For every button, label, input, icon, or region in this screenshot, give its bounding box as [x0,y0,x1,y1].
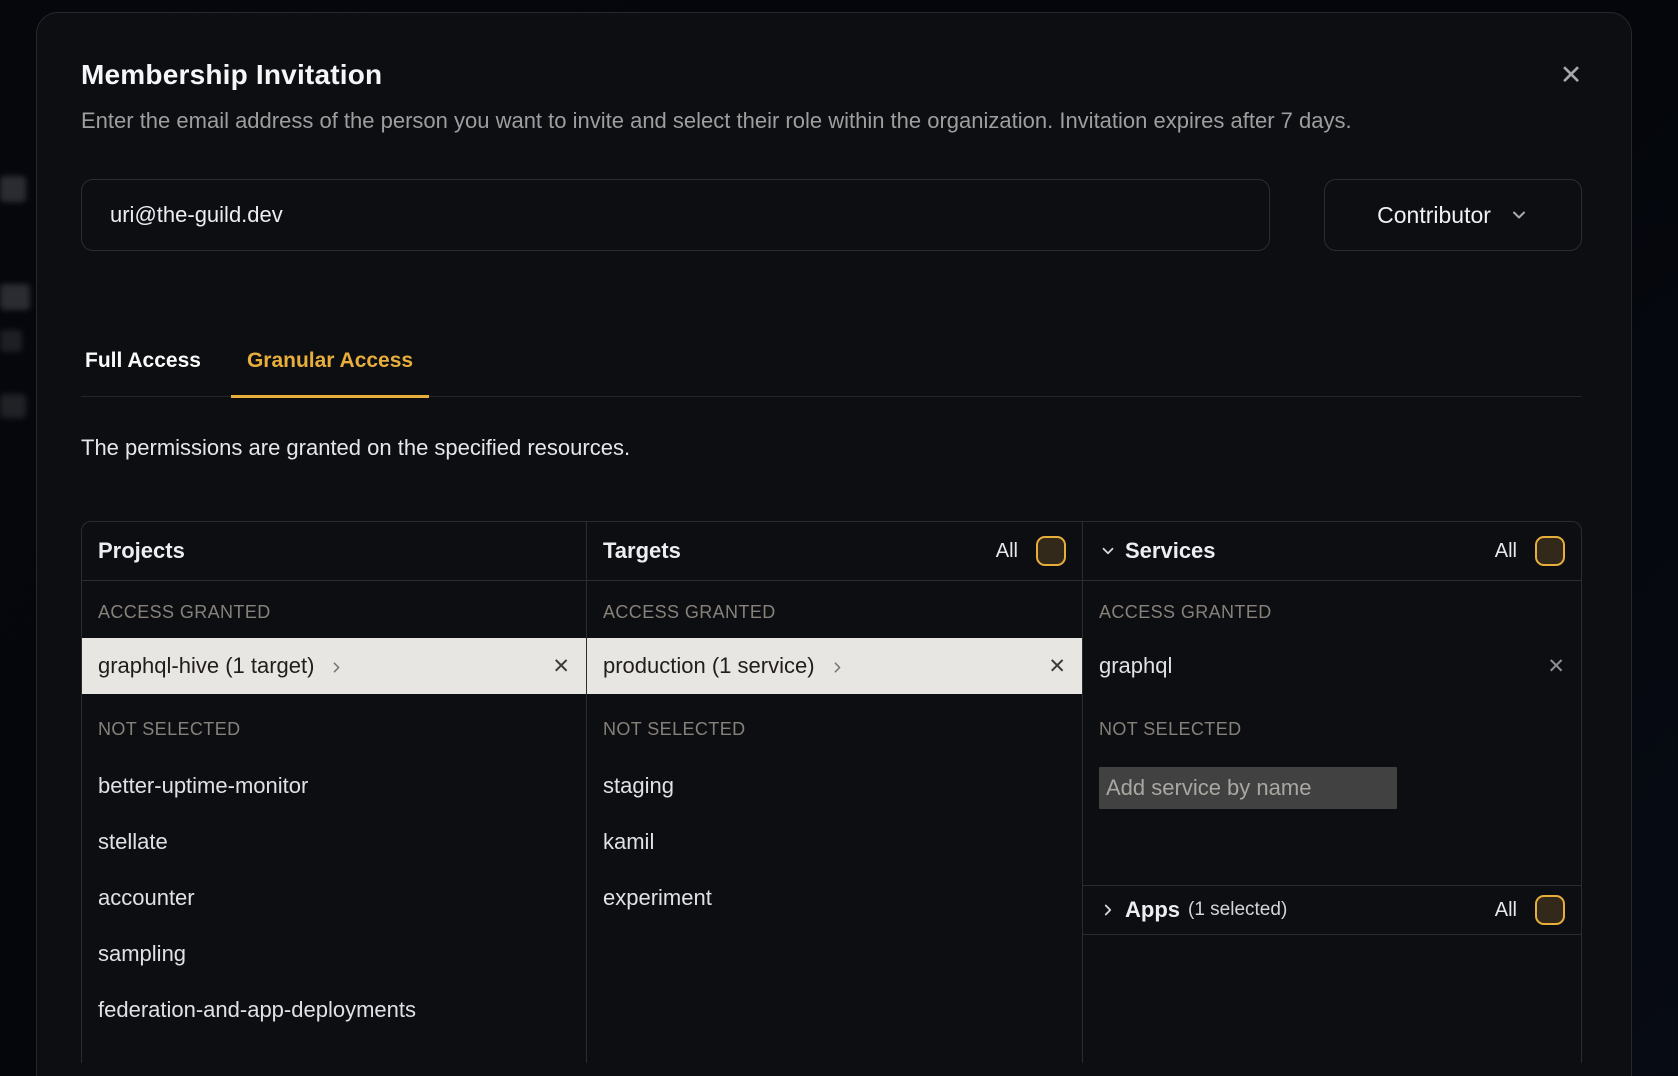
projects-header: Projects [82,522,586,581]
selected-target-label: production (1 service) [603,653,815,679]
background-fragment [0,394,26,418]
projects-column: Projects ACCESS GRANTED graphql-hive (1 … [82,522,586,1063]
invite-form-row: Contributor [81,179,1582,251]
target-list-item[interactable]: experiment [587,870,1082,926]
services-header[interactable]: Services All [1083,522,1581,581]
role-select[interactable]: Contributor [1324,179,1582,251]
membership-invitation-dialog: ✕ Membership Invitation Enter the email … [36,12,1632,1076]
services-all-checkbox[interactable] [1535,536,1565,566]
projects-title: Projects [98,538,185,564]
project-list-item[interactable]: sampling [82,926,586,982]
chevron-right-icon [1099,901,1117,919]
targets-title: Targets [603,538,681,564]
remove-service-button[interactable]: ✕ [1547,656,1565,677]
selected-target-row[interactable]: production (1 service) ✕ [587,638,1082,694]
selected-service-row[interactable]: graphql ✕ [1083,638,1581,694]
background-fragment [0,176,26,202]
remove-project-button[interactable]: ✕ [552,656,570,677]
close-button[interactable]: ✕ [1551,55,1591,95]
apps-all-checkbox[interactable] [1535,895,1565,925]
project-list-item[interactable]: federation-and-app-deployments [82,982,586,1038]
email-input[interactable] [81,179,1270,251]
chevron-right-icon [829,659,846,676]
role-selected-value: Contributor [1377,202,1491,229]
targets-header: Targets All [587,522,1082,581]
services-title: Services [1125,538,1216,564]
target-list-item[interactable]: kamil [587,814,1082,870]
target-list-item[interactable]: staging [587,758,1082,814]
services-column: Services All ACCESS GRANTED graphql ✕ NO… [1082,522,1581,1063]
tab-granular-access[interactable]: Granular Access [231,349,429,398]
selected-project-row[interactable]: graphql-hive (1 target) ✕ [82,638,586,694]
tab-full-access[interactable]: Full Access [81,349,205,398]
not-selected-label: NOT SELECTED [82,694,586,758]
not-selected-label: NOT SELECTED [1083,694,1581,758]
access-granted-label: ACCESS GRANTED [82,581,586,638]
project-list-item[interactable]: accounter [82,870,586,926]
apps-selected-count: (1 selected) [1188,899,1287,921]
background-fragment [0,330,22,352]
chevron-down-icon [1509,205,1529,225]
remove-target-button[interactable]: ✕ [1048,656,1066,677]
project-list-item[interactable]: better-uptime-monitor [82,758,586,814]
permissions-note: The permissions are granted on the speci… [81,435,1582,461]
chevron-right-icon [328,659,345,676]
dialog-description: Enter the email address of the person yo… [81,103,1493,139]
not-selected-label: NOT SELECTED [587,694,1082,758]
services-all-label: All [1495,540,1517,563]
background-fragment [0,284,30,310]
access-granted-label: ACCESS GRANTED [587,581,1082,638]
add-service-input[interactable] [1099,767,1397,809]
close-icon: ✕ [1048,655,1066,678]
dialog-title: Membership Invitation [81,59,1582,91]
resources-table: Projects ACCESS GRANTED graphql-hive (1 … [81,521,1582,1063]
close-icon: ✕ [552,655,570,678]
add-service-wrap [1083,758,1581,809]
apps-title: Apps [1125,897,1180,923]
apps-section-toggle[interactable]: Apps (1 selected) All [1083,885,1581,935]
close-icon: ✕ [1560,60,1583,90]
chevron-down-icon [1099,542,1117,560]
access-granted-label: ACCESS GRANTED [1083,581,1581,638]
project-list-item[interactable]: stellate [82,814,586,870]
targets-all-checkbox[interactable] [1036,536,1066,566]
selected-service-label: graphql [1099,653,1172,679]
targets-column: Targets All ACCESS GRANTED production (1… [586,522,1082,1063]
access-tab-bar: Full Access Granular Access [81,349,1582,397]
close-icon: ✕ [1547,655,1565,678]
services-content: ACCESS GRANTED graphql ✕ NOT SELECTED [1083,581,1581,885]
targets-all-label: All [996,540,1018,563]
selected-project-label: graphql-hive (1 target) [98,653,314,679]
apps-all-label: All [1495,899,1517,922]
